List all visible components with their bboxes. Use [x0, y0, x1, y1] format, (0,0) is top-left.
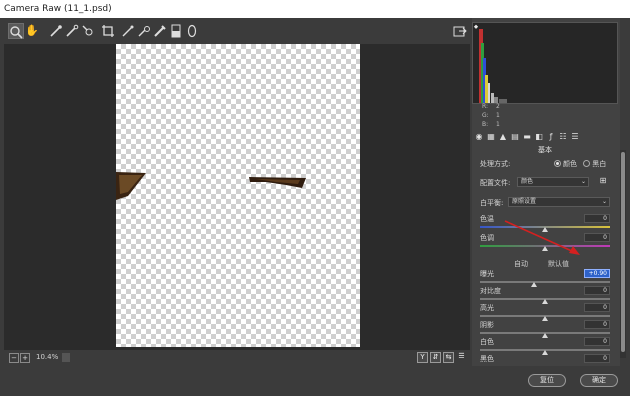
image-content	[116, 172, 306, 200]
red-eye-icon[interactable]	[152, 23, 168, 39]
treatment-options: 颜色 黑白	[554, 159, 618, 169]
white-balance-icon[interactable]	[48, 23, 64, 39]
zoom-level: 10.4%	[36, 353, 59, 361]
profile-browser-icon[interactable]: ⊞	[598, 176, 608, 186]
crop-icon[interactable]	[100, 23, 116, 39]
blacks-label: 黑色	[480, 355, 494, 363]
b-label: B:	[482, 121, 489, 128]
lens-tab-icon[interactable]: ◧	[534, 132, 544, 142]
r-label: R:	[482, 103, 489, 110]
before-after-y-icon[interactable]: Y	[417, 352, 428, 363]
zoom-out-button[interactable]: −	[9, 353, 19, 363]
blacks-value[interactable]: 0	[584, 354, 610, 363]
color-sampler-icon[interactable]	[64, 23, 80, 39]
tint-thumb[interactable]	[542, 246, 548, 251]
split-toning-tab-icon[interactable]: ▬	[522, 132, 532, 142]
shadows-label: 阴影	[480, 321, 494, 329]
zoom-icon[interactable]	[8, 23, 24, 39]
hand-icon[interactable]: ✋	[24, 23, 40, 39]
exposure-label: 曝光	[480, 270, 494, 278]
basic-tab-icon[interactable]: ◉	[474, 132, 484, 142]
calibration-tab-icon[interactable]: ☷	[558, 132, 568, 142]
zoom-dropdown[interactable]	[62, 353, 70, 362]
radial-filter-icon[interactable]	[184, 23, 200, 39]
treatment-label: 处理方式:	[480, 160, 511, 168]
shadows-value[interactable]: 0	[584, 320, 610, 329]
exposure-value[interactable]: +0.90	[584, 269, 610, 278]
contrast-value[interactable]: 0	[584, 286, 610, 295]
adjustment-panel: R: 2 G: 1 B: 1 ◉ ▦ ▲ ▤ ▬ ◧ ƒ ☷ ☰ 基本 处理方式: 颜…	[472, 18, 620, 366]
r-value: 2	[496, 103, 500, 110]
copy-settings-icon[interactable]: ⇆	[443, 352, 454, 363]
wb-select[interactable]: 原照设置 ⌄	[508, 197, 610, 207]
preferences-icon[interactable]: ☰	[456, 352, 467, 363]
tone-curve-tab-icon[interactable]: ▦	[486, 132, 496, 142]
highlights-value[interactable]: 0	[584, 303, 610, 312]
treatment-color-radio[interactable]	[554, 160, 561, 167]
temp-value[interactable]: 0	[584, 214, 610, 223]
whites-value[interactable]: 0	[584, 337, 610, 346]
contrast-label: 对比度	[480, 287, 501, 295]
temp-thumb[interactable]	[542, 227, 548, 232]
exposure-track[interactable]	[480, 281, 610, 283]
bottom-bar: 复位 确定	[0, 366, 630, 396]
straighten-icon[interactable]	[120, 23, 136, 39]
toolbar: ✋	[4, 22, 470, 42]
effects-tab-icon[interactable]: ƒ	[546, 132, 556, 142]
ok-button[interactable]: 确定	[580, 374, 618, 387]
section-title: 基本	[538, 146, 552, 154]
reset-button[interactable]: 复位	[528, 374, 566, 387]
panel-scrollbar[interactable]	[620, 150, 626, 358]
wb-value: 原照设置	[512, 198, 537, 205]
zoom-in-button[interactable]: +	[20, 353, 30, 363]
g-label: G:	[482, 112, 489, 119]
tint-value[interactable]: 0	[584, 233, 610, 242]
image-canvas[interactable]	[4, 44, 470, 350]
g-value: 1	[496, 112, 500, 119]
histogram	[472, 22, 618, 104]
target-adjust-icon[interactable]	[80, 23, 96, 39]
contrast-thumb[interactable]	[542, 299, 548, 304]
highlights-thumb[interactable]	[542, 316, 548, 321]
window-title: Camera Raw (11_1.psd)	[0, 0, 630, 18]
default-link[interactable]: 默认值	[548, 259, 569, 269]
status-bar: − + 10.4% Y ⇵ ⇆ ☰	[4, 350, 470, 366]
profile-value: 颜色	[521, 178, 534, 185]
scrollbar-thumb[interactable]	[621, 152, 625, 352]
panel-tabs: ◉ ▦ ▲ ▤ ▬ ◧ ƒ ☷ ☰	[472, 132, 618, 144]
whites-thumb[interactable]	[542, 350, 548, 355]
temp-label: 色温	[480, 215, 494, 223]
b-value: 1	[496, 121, 500, 128]
presets-tab-icon[interactable]: ☰	[570, 132, 580, 142]
adjustment-brush-icon[interactable]	[168, 23, 184, 39]
hsl-tab-icon[interactable]: ▤	[510, 132, 520, 142]
detail-tab-icon[interactable]: ▲	[498, 132, 508, 142]
treatment-bw-label: 黑白	[592, 160, 607, 168]
open-image-icon[interactable]	[452, 23, 468, 39]
treatment-color-label: 颜色	[563, 160, 577, 168]
rgb-readout: R: 2 G: 1 B: 1	[482, 102, 510, 129]
shadows-thumb[interactable]	[542, 333, 548, 338]
before-after-swap-icon[interactable]: ⇵	[430, 352, 441, 363]
spot-removal-icon[interactable]	[136, 23, 152, 39]
exposure-thumb[interactable]	[531, 282, 537, 287]
whites-label: 白色	[480, 338, 494, 346]
treatment-bw-radio[interactable]	[583, 160, 591, 167]
transparent-document	[116, 44, 360, 347]
histogram-graph	[473, 24, 507, 103]
auto-link[interactable]: 自动	[514, 259, 528, 269]
profile-select[interactable]: 颜色 ⌄	[517, 177, 589, 187]
highlights-label: 高光	[480, 304, 494, 312]
tint-label: 色调	[480, 234, 494, 242]
